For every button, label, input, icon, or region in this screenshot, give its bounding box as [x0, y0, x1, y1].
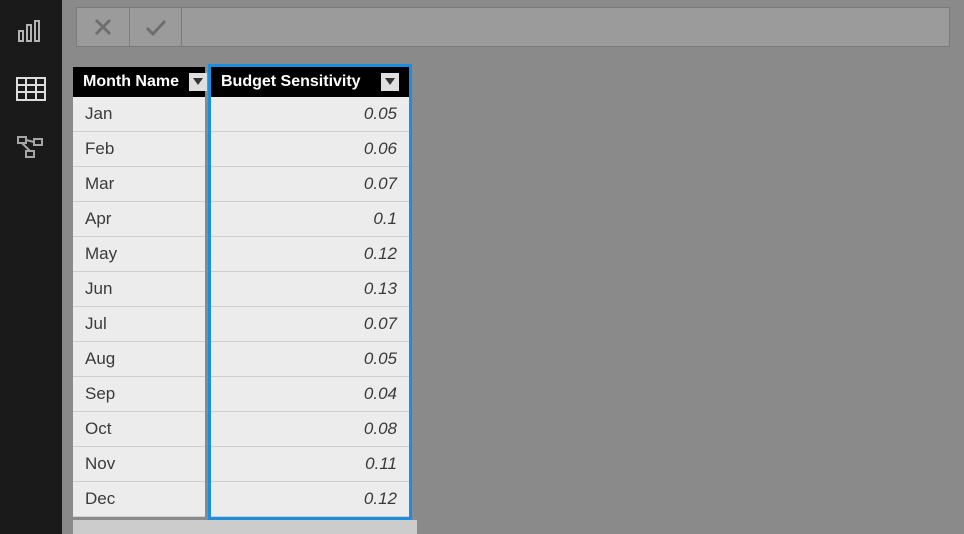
table-footer-strip: [73, 520, 417, 534]
formula-bar-buttons: [76, 7, 182, 47]
table-cell[interactable]: 0.07: [211, 167, 409, 202]
table-cell[interactable]: Jun: [73, 272, 205, 307]
table-cell[interactable]: 0.12: [211, 482, 409, 517]
formula-bar: [62, 0, 964, 54]
table-cell[interactable]: May: [73, 237, 205, 272]
data-view-icon[interactable]: [14, 72, 48, 106]
column-header-label: Month Name: [83, 73, 179, 91]
column-budget-sensitivity: Budget Sensitivity 0.05 0.06 0.07 0.1 0.…: [208, 64, 412, 520]
report-view-icon[interactable]: [14, 14, 48, 48]
table-cell[interactable]: Nov: [73, 447, 205, 482]
table-cell[interactable]: 0.07: [211, 307, 409, 342]
table-cell[interactable]: 0.13: [211, 272, 409, 307]
table-cell[interactable]: Dec: [73, 482, 205, 517]
data-grid-area: Month Name Jan Feb Mar Apr May Jun Jul A…: [62, 54, 964, 534]
column-header-month-name[interactable]: Month Name: [73, 67, 205, 97]
formula-input[interactable]: [182, 7, 950, 47]
table-cell[interactable]: Jul: [73, 307, 205, 342]
table-cell[interactable]: 0.04: [211, 377, 409, 412]
table-cell[interactable]: 0.05: [211, 342, 409, 377]
model-view-icon[interactable]: [14, 130, 48, 164]
column-header-budget-sensitivity[interactable]: Budget Sensitivity: [211, 67, 409, 97]
table-cell[interactable]: 0.11: [211, 447, 409, 482]
filter-dropdown-icon[interactable]: [381, 73, 399, 91]
table-cell[interactable]: Feb: [73, 132, 205, 167]
column-month-name: Month Name Jan Feb Mar Apr May Jun Jul A…: [70, 64, 208, 520]
table-cell[interactable]: Jan: [73, 97, 205, 132]
table-cell[interactable]: 0.05: [211, 97, 409, 132]
view-sidebar: [0, 0, 62, 534]
table-cell[interactable]: Mar: [73, 167, 205, 202]
table-cell[interactable]: Aug: [73, 342, 205, 377]
table-cell[interactable]: Oct: [73, 412, 205, 447]
data-table: Month Name Jan Feb Mar Apr May Jun Jul A…: [70, 64, 412, 520]
table-cell[interactable]: 0.12: [211, 237, 409, 272]
table-cell[interactable]: Sep: [73, 377, 205, 412]
main-area: Month Name Jan Feb Mar Apr May Jun Jul A…: [62, 0, 964, 534]
table-cell[interactable]: 0.06: [211, 132, 409, 167]
filter-dropdown-icon[interactable]: [189, 73, 207, 91]
cancel-button[interactable]: [77, 8, 129, 46]
column-header-label: Budget Sensitivity: [221, 73, 361, 91]
table-cell[interactable]: Apr: [73, 202, 205, 237]
table-cell[interactable]: 0.08: [211, 412, 409, 447]
table-cell[interactable]: 0.1: [211, 202, 409, 237]
confirm-button[interactable]: [129, 8, 181, 46]
